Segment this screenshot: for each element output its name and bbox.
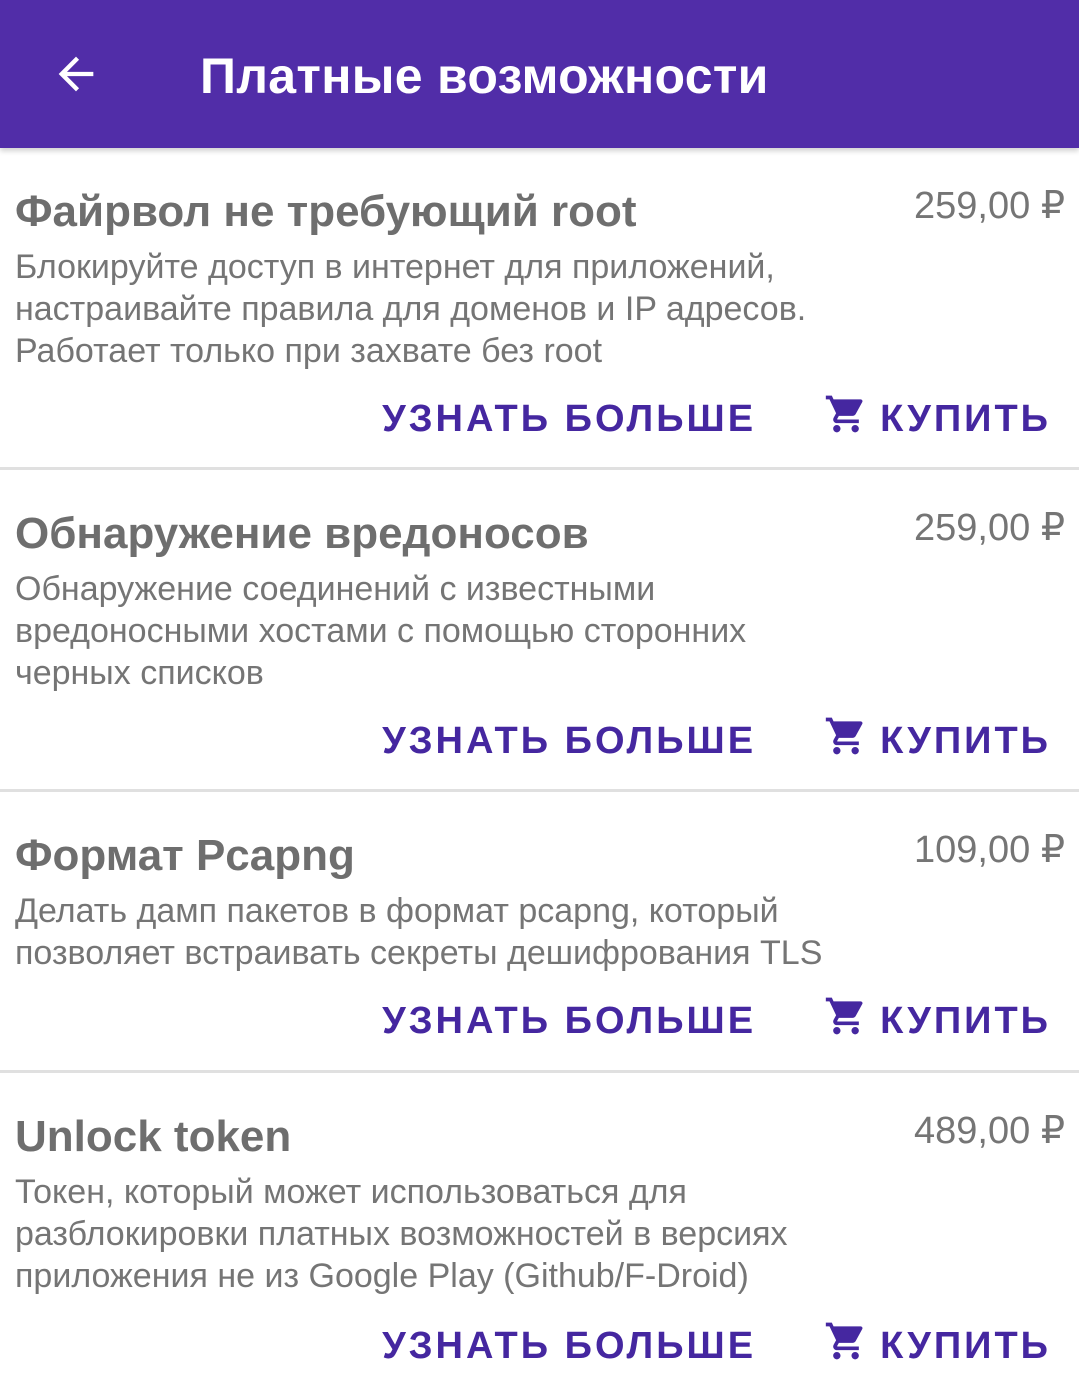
- description-line: Работает только при захвате без root: [15, 332, 603, 370]
- feature-item-unlock-token: Unlock token 489,00 ₽ Токен, который мож…: [0, 1073, 1079, 1389]
- cart-icon: [825, 717, 863, 755]
- feature-item-malware-detection: Обнаружение вредоносов 259,00 ₽ Обнаруже…: [0, 470, 1079, 792]
- feature-price: 489,00 ₽: [914, 1110, 1065, 1152]
- description-line: позволяет встраивать секреты дешифровани…: [15, 934, 823, 972]
- description-line: разблокировки платных возможностей в вер…: [15, 1215, 788, 1253]
- feature-price: 109,00 ₽: [914, 829, 1065, 871]
- feature-title: Формат Pcapng: [15, 831, 355, 880]
- feature-description: Обнаружение соединений с известными вред…: [15, 568, 915, 694]
- buy-label: КУПИТЬ: [880, 999, 1051, 1042]
- buy-button[interactable]: КУПИТЬ: [824, 997, 1051, 1043]
- features-list: Файрвол не требующий root 259,00 ₽ Блоки…: [0, 148, 1079, 1389]
- description-line: настраивайте правила для доменов и IP ад…: [15, 290, 807, 328]
- feature-item-firewall: Файрвол не требующий root 259,00 ₽ Блоки…: [0, 148, 1079, 470]
- feature-description: Блокируйте доступ в интернет для приложе…: [15, 246, 915, 372]
- learn-more-button[interactable]: УЗНАТЬ БОЛЬШЕ: [382, 1000, 756, 1043]
- learn-more-button[interactable]: УЗНАТЬ БОЛЬШЕ: [382, 1325, 756, 1368]
- description-line: Обнаружение соединений с известными: [15, 570, 656, 608]
- page-title: Платные возможности: [200, 48, 769, 104]
- cart-icon: [825, 395, 863, 433]
- feature-actions: УЗНАТЬ БОЛЬШЕ КУПИТЬ: [382, 711, 1051, 771]
- description-line: Делать дамп пакетов в формат pcapng, кот…: [15, 892, 779, 930]
- feature-description: Делать дамп пакетов в формат pcapng, кот…: [15, 890, 915, 974]
- feature-title: Файрвол не требующий root: [15, 187, 637, 236]
- feature-actions: УЗНАТЬ БОЛЬШЕ КУПИТЬ: [382, 389, 1051, 449]
- cart-icon: [825, 997, 863, 1035]
- learn-more-button[interactable]: УЗНАТЬ БОЛЬШЕ: [382, 720, 756, 763]
- buy-label: КУПИТЬ: [880, 397, 1051, 440]
- description-line: черных списков: [15, 654, 264, 692]
- back-button[interactable]: [40, 38, 112, 110]
- description-line: Токен, который может использоваться для: [15, 1173, 687, 1211]
- description-line: Блокируйте доступ в интернет для приложе…: [15, 248, 775, 286]
- buy-label: КУПИТЬ: [880, 1324, 1051, 1367]
- buy-label: КУПИТЬ: [880, 719, 1051, 762]
- app-bar: Платные возможности: [0, 0, 1079, 148]
- buy-button[interactable]: КУПИТЬ: [824, 395, 1051, 441]
- buy-button[interactable]: КУПИТЬ: [824, 717, 1051, 763]
- feature-price: 259,00 ₽: [914, 185, 1065, 227]
- description-line: вредоносными хостами с помощью сторонних: [15, 612, 747, 650]
- feature-title: Unlock token: [15, 1112, 292, 1161]
- learn-more-button[interactable]: УЗНАТЬ БОЛЬШЕ: [382, 398, 756, 441]
- buy-button[interactable]: КУПИТЬ: [824, 1322, 1051, 1368]
- description-line: приложения не из Google Play (Github/F-D…: [15, 1257, 749, 1295]
- feature-price: 259,00 ₽: [914, 507, 1065, 549]
- cart-icon: [825, 1322, 863, 1360]
- feature-item-pcapng: Формат Pcapng 109,00 ₽ Делать дамп пакет…: [0, 792, 1079, 1073]
- arrow-back-icon: [58, 56, 94, 92]
- feature-actions: УЗНАТЬ БОЛЬШЕ КУПИТЬ: [382, 991, 1051, 1051]
- feature-title: Обнаружение вредоносов: [15, 509, 589, 558]
- feature-actions: УЗНАТЬ БОЛЬШЕ КУПИТЬ: [382, 1316, 1051, 1376]
- feature-description: Токен, который может использоваться для …: [15, 1171, 915, 1297]
